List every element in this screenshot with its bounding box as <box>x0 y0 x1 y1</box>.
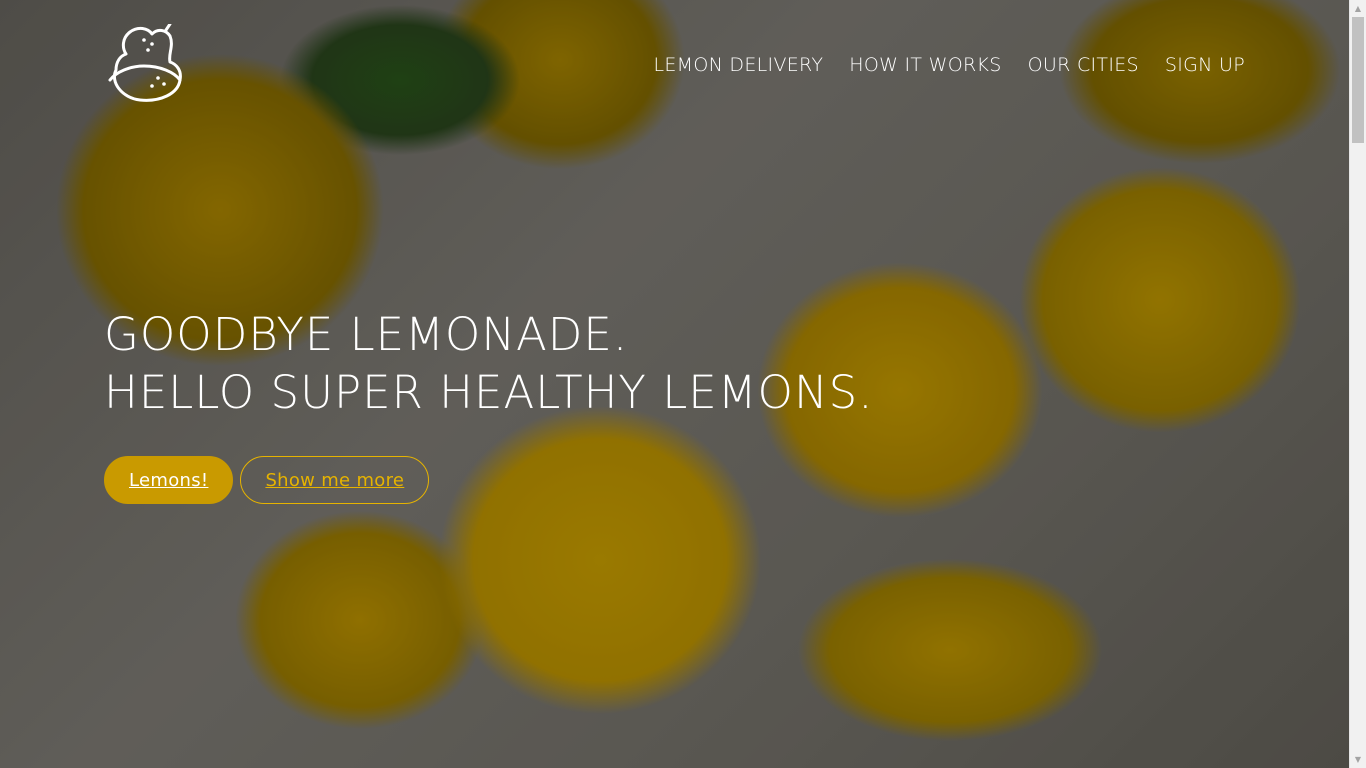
browser-viewport: LEMON DELIVERY HOW IT WORKS OUR CITIES S… <box>0 0 1366 768</box>
nav-lemon-delivery[interactable]: LEMON DELIVERY <box>653 54 823 76</box>
site-header: LEMON DELIVERY HOW IT WORKS OUR CITIES S… <box>0 0 1349 130</box>
nav-sign-up[interactable]: SIGN UP <box>1165 54 1245 76</box>
vertical-scrollbar[interactable]: ▲ ▼ <box>1349 0 1366 768</box>
main-navigation: LEMON DELIVERY HOW IT WORKS OUR CITIES S… <box>653 54 1245 76</box>
lemon-logo-icon[interactable] <box>104 22 182 102</box>
hero-buttons: Lemons! Show me more <box>104 456 430 504</box>
headline-line-2: HELLO SUPER HEALTHY LEMONS. <box>104 366 874 419</box>
hero-headline: GOODBYE LEMONADE. HELLO SUPER HEALTHY LE… <box>104 306 874 422</box>
headline-line-1: GOODBYE LEMONADE. <box>104 308 629 361</box>
nav-our-cities[interactable]: OUR CITIES <box>1028 54 1139 76</box>
lemon-icon <box>108 22 182 102</box>
scroll-up-arrow-icon[interactable]: ▲ <box>1350 0 1366 17</box>
show-me-more-button[interactable]: Show me more <box>240 456 430 504</box>
lemons-button[interactable]: Lemons! <box>104 456 234 504</box>
scroll-down-arrow-icon[interactable]: ▼ <box>1350 751 1366 768</box>
scrollbar-thumb[interactable] <box>1352 17 1364 143</box>
nav-how-it-works[interactable]: HOW IT WORKS <box>849 54 1001 76</box>
